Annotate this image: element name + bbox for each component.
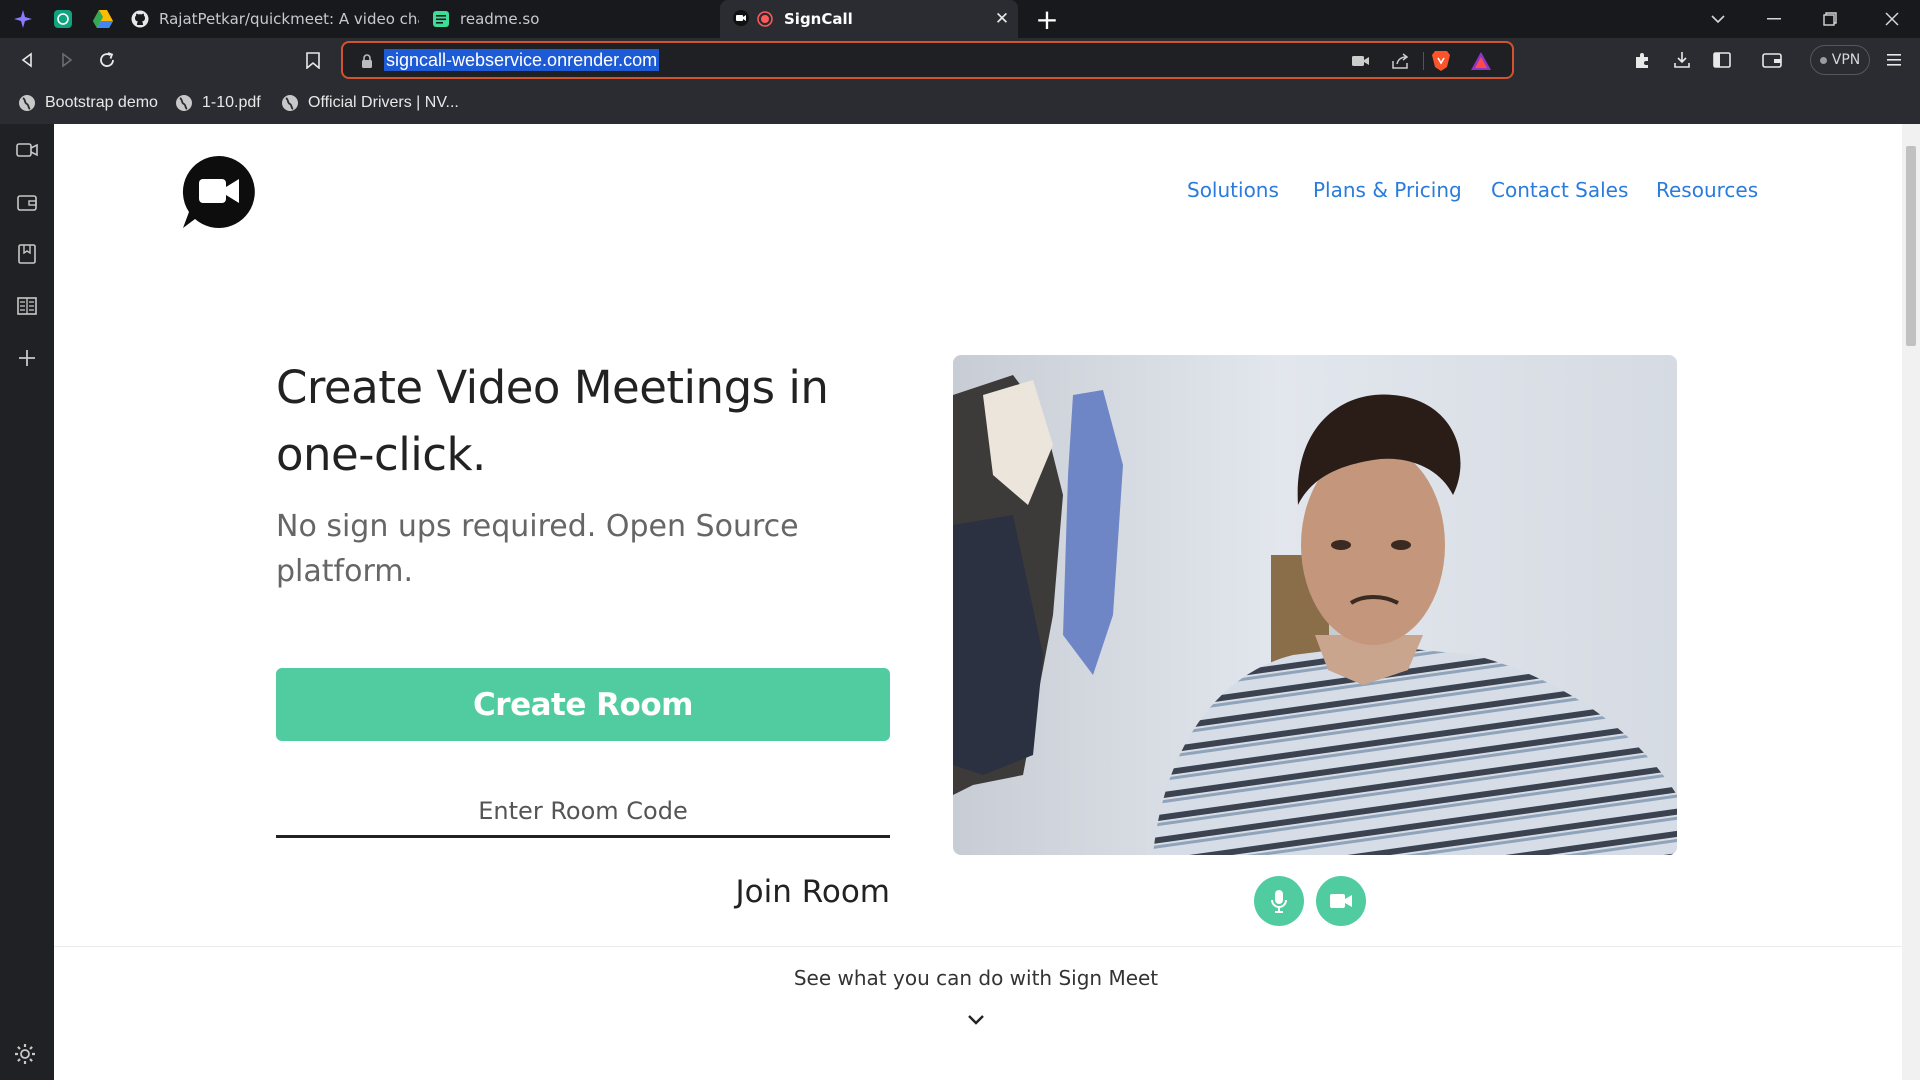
recording-icon bbox=[756, 10, 774, 28]
menu-icon[interactable] bbox=[1880, 46, 1908, 74]
back-icon[interactable] bbox=[13, 46, 41, 74]
bookmark-item[interactable]: 1-10.pdf bbox=[175, 91, 261, 115]
wallet-icon[interactable] bbox=[1758, 46, 1786, 74]
readme-icon bbox=[432, 10, 450, 28]
brave-shields-icon[interactable] bbox=[1427, 47, 1455, 75]
close-tab-icon[interactable]: ✕ bbox=[992, 9, 1012, 29]
url-text[interactable]: signcall-webservice.onrender.com bbox=[384, 49, 660, 71]
tab-title: RajatPetkar/quickmeet: A video chat/m bbox=[159, 10, 419, 28]
google-drive-icon[interactable] bbox=[90, 6, 116, 32]
forward-icon[interactable] bbox=[53, 46, 81, 74]
reading-list-icon[interactable] bbox=[13, 292, 41, 320]
nav-solutions[interactable]: Solutions bbox=[1187, 178, 1279, 202]
close-window-icon[interactable] bbox=[1864, 0, 1920, 38]
globe-icon bbox=[282, 95, 298, 111]
page-scrollbar[interactable] bbox=[1902, 124, 1920, 1080]
browser-toolbar: signcall-webservice.onrender.com VPN bbox=[0, 38, 1920, 82]
tab-strip: RajatPetkar/quickmeet: A video chat/m re… bbox=[0, 0, 1920, 38]
vpn-label: VPN bbox=[1831, 52, 1861, 68]
bookmarks-bar: Bootstrap demo 1-10.pdf Official Drivers… bbox=[0, 82, 1920, 124]
nav-resources[interactable]: Resources bbox=[1656, 178, 1758, 202]
settings-gear-icon[interactable] bbox=[13, 1042, 39, 1068]
browser-sidebar bbox=[0, 124, 54, 1080]
vpn-button[interactable]: VPN bbox=[1810, 45, 1870, 75]
reload-icon[interactable] bbox=[93, 46, 121, 74]
bookmark-label: Official Drivers | NV... bbox=[308, 94, 459, 111]
wallet-icon[interactable] bbox=[13, 188, 41, 216]
tab-title: readme.so bbox=[460, 10, 540, 28]
tab-search-icon[interactable] bbox=[1690, 0, 1746, 38]
create-room-button[interactable]: Create Room bbox=[276, 668, 890, 741]
lock-icon[interactable] bbox=[353, 47, 381, 75]
add-panel-icon[interactable] bbox=[13, 344, 41, 372]
signcall-logo[interactable] bbox=[181, 154, 257, 230]
minimize-icon[interactable] bbox=[1746, 0, 1802, 38]
restore-icon[interactable] bbox=[1802, 0, 1858, 38]
sidebar-toggle-icon[interactable] bbox=[1708, 46, 1736, 74]
separator bbox=[1423, 52, 1424, 70]
brave-rewards-icon[interactable] bbox=[1467, 47, 1495, 75]
address-bar[interactable]: signcall-webservice.onrender.com bbox=[341, 41, 1514, 79]
tab-github[interactable]: RajatPetkar/quickmeet: A video chat/m bbox=[119, 0, 419, 38]
chevron-down-icon[interactable] bbox=[966, 1010, 986, 1030]
extensions-icon[interactable] bbox=[1628, 46, 1656, 74]
globe-icon bbox=[176, 95, 192, 111]
camera-toggle-button[interactable] bbox=[1316, 876, 1366, 926]
video-call-icon[interactable] bbox=[13, 136, 41, 164]
signcall-icon bbox=[732, 10, 750, 28]
section-divider bbox=[54, 946, 1902, 947]
globe-icon bbox=[19, 95, 35, 111]
see-what-text: See what you can do with Sign Meet bbox=[793, 966, 1159, 990]
tab-readme[interactable]: readme.so bbox=[420, 0, 720, 38]
bookmarks-icon[interactable] bbox=[13, 240, 41, 268]
microphone-icon bbox=[1271, 890, 1287, 913]
ai-sparkle-icon[interactable] bbox=[10, 6, 36, 32]
join-room-button[interactable]: Join Room bbox=[690, 874, 890, 910]
bookmark-item[interactable]: Official Drivers | NV... bbox=[281, 91, 459, 115]
hero-subtitle: No sign ups required. Open Source platfo… bbox=[276, 509, 799, 589]
bookmark-icon[interactable] bbox=[299, 46, 327, 74]
room-code-input[interactable] bbox=[276, 786, 890, 838]
video-camera-icon bbox=[1330, 894, 1352, 908]
vpn-status-dot bbox=[1819, 56, 1827, 64]
video-preview bbox=[953, 355, 1677, 855]
download-icon[interactable] bbox=[1668, 46, 1696, 74]
nav-contact-sales[interactable]: Contact Sales bbox=[1491, 178, 1628, 202]
share-icon[interactable] bbox=[1387, 47, 1415, 75]
web-page: Solutions Plans & Pricing Contact Sales … bbox=[54, 124, 1902, 1080]
github-icon bbox=[131, 10, 149, 28]
new-tab-button[interactable]: + bbox=[1032, 3, 1062, 36]
bookmark-label: 1-10.pdf bbox=[202, 94, 261, 111]
scrollbar-thumb[interactable] bbox=[1906, 146, 1916, 346]
nav-plans-pricing[interactable]: Plans & Pricing bbox=[1313, 178, 1462, 202]
tab-title: SignCall bbox=[784, 10, 853, 28]
bookmark-item[interactable]: Bootstrap demo bbox=[18, 91, 158, 115]
microphone-toggle-button[interactable] bbox=[1254, 876, 1304, 926]
tab-signcall[interactable]: SignCall ✕ bbox=[720, 0, 1018, 38]
webcam-feed-image bbox=[953, 355, 1677, 855]
hero-title: Create Video Meetings in one-click. bbox=[276, 361, 829, 481]
camera-permission-icon[interactable] bbox=[1347, 47, 1375, 75]
bookmark-label: Bootstrap demo bbox=[45, 94, 158, 111]
chatgpt-icon[interactable] bbox=[50, 6, 76, 32]
